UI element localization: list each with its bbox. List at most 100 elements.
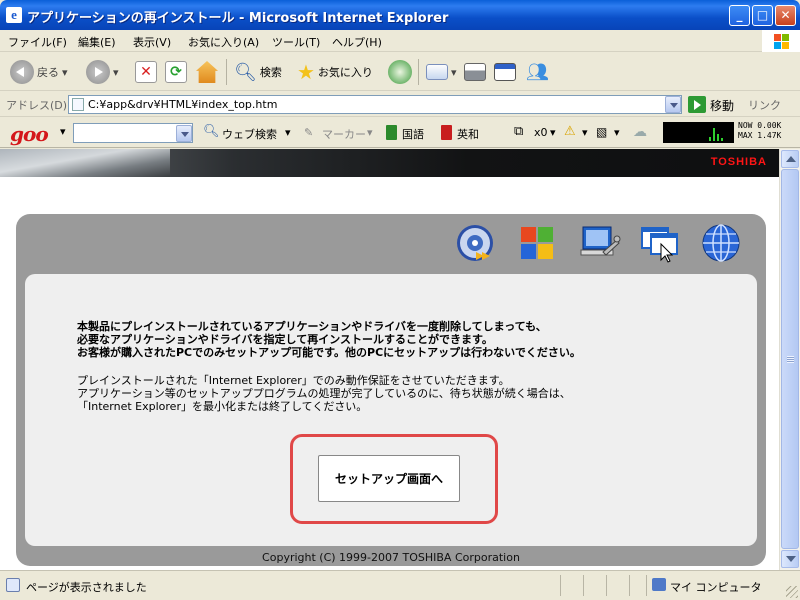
web-search-dropdown-icon[interactable]: ▾ [285, 126, 291, 139]
globe-icon[interactable] [700, 222, 742, 264]
links-label[interactable]: リンク [748, 97, 781, 113]
history-icon [388, 60, 412, 84]
dictionary-red-icon [441, 125, 452, 140]
security-zone: マイ コンピュータ [670, 581, 762, 594]
status-bar: ページが表示されました マイ コンピュータ [0, 570, 800, 600]
forward-button[interactable]: ▾ [86, 58, 119, 86]
toshiba-logo: TOSHIBA [710, 156, 767, 168]
meter-max: MAX 1.47K [738, 131, 782, 140]
windows-logo-icon [762, 30, 800, 52]
go-button[interactable]: 移動 [710, 97, 734, 114]
menu-bar: ファイル(F) 編集(E) 表示(V) お気に入り(A) ツール(T) ヘルプ(… [0, 30, 800, 52]
meter-readout: NOW 0.00K MAX 1.47K [738, 121, 781, 141]
home-icon [196, 61, 218, 83]
minimize-button[interactable]: _ [729, 5, 750, 26]
marker-dropdown-icon[interactable]: ▾ [367, 126, 373, 139]
stop-icon: ✕ [135, 61, 157, 83]
go-arrow-icon[interactable] [688, 96, 706, 113]
rss-icon[interactable]: ▧ [596, 125, 607, 139]
note-line-2: アプリケーション等のセットアッププログラムの処理が完了しているのに、待ち状態が続… [77, 387, 571, 400]
menu-tools[interactable]: ツール(T) [272, 34, 320, 50]
english-dict-button[interactable]: 英和 [457, 126, 479, 142]
star-icon: ★ [297, 60, 315, 84]
status-text: ページが表示されました [26, 581, 147, 594]
menu-help[interactable]: ヘルプ(H) [332, 34, 382, 50]
window-title: アプリケーションの再インストール - Microsoft Internet Ex… [27, 11, 449, 26]
web-search-icon: 🔍︎ [203, 124, 220, 139]
page-icon [72, 98, 84, 111]
goo-logo[interactable]: goo [10, 122, 49, 146]
marker-button[interactable]: マーカー [322, 126, 366, 142]
warning-line-3: お客様が購入されたPCでのみセットアップ可能です。他のPCにセットアップは行わな… [77, 346, 581, 359]
search-label: 検索 [259, 66, 282, 79]
mail-icon [426, 64, 448, 80]
mail-button[interactable]: ▾ [426, 58, 457, 86]
toolbar-separator [418, 59, 419, 85]
scroll-up-button[interactable] [781, 150, 799, 168]
setup-screen-button[interactable]: セットアップ画面へ [318, 455, 460, 502]
back-dropdown-icon: ▾ [62, 65, 68, 79]
vertical-scrollbar[interactable] [779, 149, 800, 570]
nav-icons [16, 222, 748, 264]
favorites-button[interactable]: ★ お気に入り [297, 58, 373, 86]
meter-now: NOW 0.00K [738, 121, 782, 130]
warning-line-1: 本製品にプレインストールされているアプリケーションやドライバを一度削除してしまっ… [77, 320, 547, 333]
goo-search-input[interactable] [73, 123, 193, 143]
window-cursor-icon[interactable] [639, 222, 681, 264]
menu-file[interactable]: ファイル(F) [8, 34, 67, 50]
alert-dropdown-icon[interactable]: ▾ [582, 126, 588, 139]
x0-dropdown-icon[interactable]: ▾ [550, 126, 556, 139]
x0-counter[interactable]: x0 [534, 126, 548, 139]
address-label: アドレス(D) [6, 99, 68, 112]
address-dropdown-button[interactable] [665, 96, 681, 113]
computer-tools-icon[interactable] [579, 222, 621, 264]
edit-button[interactable] [494, 58, 516, 86]
note-line-3: 「Internet Explorer」を最小化または終了してください。 [77, 400, 368, 413]
toolbar-separator [226, 59, 227, 85]
goo-menu-dropdown-icon[interactable]: ▾ [60, 125, 66, 138]
print-button[interactable] [464, 58, 486, 86]
menu-edit[interactable]: 編集(E) [78, 34, 116, 50]
messenger-button[interactable]: 👥︎ [526, 58, 549, 86]
warning-line-2: 必要なアプリケーションやドライバを指定して再インストールすることができます。 [77, 333, 493, 346]
status-divider [583, 575, 584, 596]
favorites-label: お気に入り [317, 66, 373, 79]
search-button[interactable]: 🔍︎ 検索 [234, 58, 282, 86]
home-button[interactable] [196, 58, 218, 86]
address-bar: アドレス(D) C:¥app&drv¥HTML¥index_top.htm 移動… [0, 92, 800, 117]
note-line-1: プレインストールされた「Internet Explorer」でのみ動作保証をさせ… [77, 374, 510, 387]
windows-icon[interactable] [516, 222, 558, 264]
goo-search-dropdown-button[interactable] [176, 125, 192, 142]
disc-icon[interactable] [454, 222, 496, 264]
stop-button[interactable]: ✕ [135, 58, 157, 86]
marker-pen-icon: ✎ [304, 126, 314, 139]
refresh-icon: ⟳ [165, 61, 187, 83]
menu-view[interactable]: 表示(V) [133, 34, 171, 50]
close-button[interactable]: ✕ [775, 5, 796, 26]
history-button[interactable] [388, 58, 412, 86]
scroll-thumb[interactable] [781, 169, 799, 549]
refresh-button[interactable]: ⟳ [165, 58, 187, 86]
dictionary-green-icon [386, 125, 397, 140]
header-swoosh [0, 149, 170, 177]
printer-icon [464, 63, 486, 81]
forward-arrow-icon [86, 60, 110, 84]
maximize-button[interactable]: □ [752, 5, 773, 26]
my-computer-icon [652, 578, 666, 591]
goo-toolbar: goo ▾ 🔍︎ ウェブ検索 ▾ ✎ マーカー ▾ 国語 英和 ⧉ x0 ▾ ⚠… [0, 118, 800, 148]
mail-dropdown-icon: ▾ [451, 65, 457, 79]
japanese-dict-button[interactable]: 国語 [402, 126, 424, 142]
window-icon: ⧉ [514, 124, 524, 139]
forward-dropdown-icon: ▾ [113, 65, 119, 79]
resize-grip[interactable] [786, 586, 798, 598]
copyright-text: Copyright (C) 1999-2007 TOSHIBA Corporat… [262, 551, 520, 564]
back-button[interactable]: 戻る ▾ [10, 58, 68, 86]
scroll-down-button[interactable] [781, 550, 799, 568]
alert-icon[interactable]: ⚠ [564, 124, 576, 139]
rss-dropdown-icon[interactable]: ▾ [614, 126, 620, 139]
main-panel: 本製品にプレインストールされているアプリケーションやドライバを一度削除してしまっ… [16, 214, 766, 566]
web-search-button[interactable]: ウェブ検索 [222, 126, 277, 142]
menu-favorites[interactable]: お気に入り(A) [188, 34, 259, 50]
address-input[interactable]: C:¥app&drv¥HTML¥index_top.htm [68, 95, 682, 114]
standard-toolbar: 戻る ▾ ▾ ✕ ⟳ 🔍︎ 検索 ★ お気に入り ▾ 👥︎ [0, 53, 800, 91]
